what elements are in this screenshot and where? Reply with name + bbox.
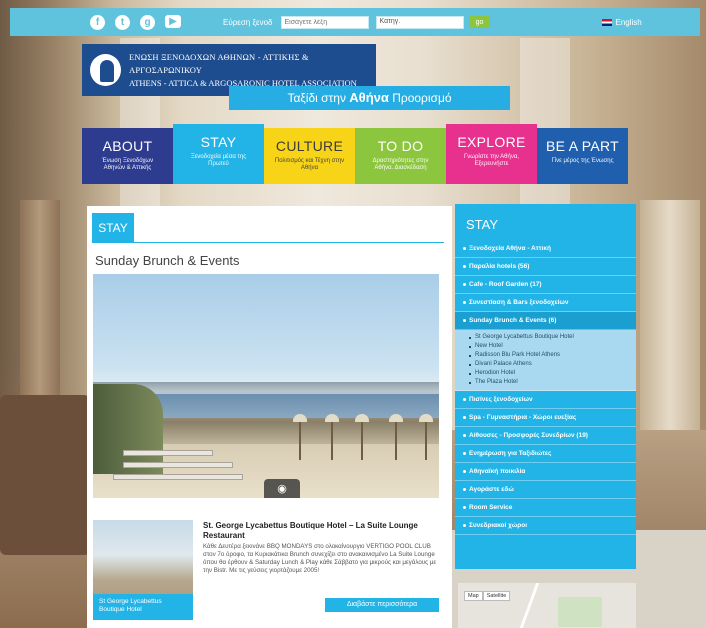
menu-stay-title: STAY [200,134,237,150]
sidebar-item-hotels[interactable]: Ξενοδοχεία Αθήνα - Αττική [455,240,636,258]
menu-culture-title: CULTURE [275,138,344,154]
sidebar-item-room-service[interactable]: Room Service [455,499,636,517]
listing-description: Κάθε Δευτέρα ξεκινάνε BBQ MONDAYS στο ολ… [203,543,437,574]
sidebar-item-conference-venues[interactable]: Συνεδριακοί χώροι [455,517,636,535]
listing-item: St George Lycabettus Boutique Hotel St. … [93,514,445,624]
menu-bepart-title: BE A PART [546,138,619,154]
sidebar-item-traveler-info[interactable]: Ενημέρωση για Ταξιδιώτες [455,445,636,463]
tagline: Ταξίδι στην Αθήνα Προορισμό [229,86,510,110]
main-menu: ABOUT Ένωση Ξενοδόχων Αθηνών & Αττικής S… [82,124,628,184]
sidebar-item-dining-bars[interactable]: Συνεστίαση & Bars ξενοδοχείων [455,294,636,312]
sidebar-subitem[interactable]: New Hotel [469,342,636,351]
logo-emblem-icon [88,52,124,88]
map-tab-map[interactable]: Map [464,591,483,601]
listing-title[interactable]: St. George Lycabettus Boutique Hotel – L… [203,521,443,541]
menu-todo-subtitle: Δραστηριότητες στην Αθήνα. Διασκέδαση [372,158,429,171]
social-links: f t g ▶ [90,14,181,30]
menu-bepart-subtitle: Γίνε μέρος της Ένωσης [551,158,614,164]
menu-todo[interactable]: TO DO Δραστηριότητες στην Αθήνα. Διασκέδ… [355,128,446,184]
menu-explore-subtitle: Γνωρίστε την Αθήνα, Εξερευνήστε [463,154,519,167]
section-tag: STAY [92,213,134,243]
sidebar-subitem[interactable]: Radisson Blu Park Hotel Athens [469,351,636,360]
sidebar-item-athens-variety[interactable]: Αθηναϊκή ποικιλία [455,463,636,481]
search-button[interactable]: go [469,16,490,28]
menu-todo-title: TO DO [377,138,424,154]
menu-about-title: ABOUT [102,138,153,154]
menu-culture[interactable]: CULTURE Πολιτισμός και Τέχνη στην Αθήνα [264,128,355,184]
search-label: Εύρεση ξενοδ [223,17,273,27]
map-type-tabs: Map Satellite [464,591,511,601]
sidebar: STAY Ξενοδοχεία Αθήνα - Αττική Παραλία h… [455,204,636,569]
menu-stay[interactable]: STAY Ξενοδοχεία μέσα της Πρωτεύ [173,124,264,184]
top-bar: f t g ▶ Εύρεση ξενοδ Κατηγ. go English [10,8,700,36]
listing-thumbnail[interactable]: St George Lycabettus Boutique Hotel [93,520,193,620]
sidebar-subitem[interactable]: St George Lycabettus Boutique Hotel [469,333,636,342]
menu-explore[interactable]: EXPLORE Γνωρίστε την Αθήνα, Εξερευνήστε [446,124,537,184]
tagline-part1: Ταξίδι [287,91,318,105]
menu-about[interactable]: ABOUT Ένωση Ξενοδόχων Αθηνών & Αττικής [82,128,173,184]
menu-bepart[interactable]: BE A PART Γίνε μέρος της Ένωσης [537,128,628,184]
search-input[interactable] [280,15,369,29]
sidebar-item-spa[interactable]: Spa - Γυμναστήρια - Χώροι ευεξίας [455,409,636,427]
gallery-camera-icon[interactable]: ◉ [264,479,300,498]
language-switch[interactable]: English [601,17,642,27]
sidebar-menu: Ξενοδοχεία Αθήνα - Αττική Παραλία hotels… [455,240,636,535]
uk-flag-icon [601,18,612,26]
menu-about-subtitle: Ένωση Ξενοδόχων Αθηνών & Αττικής [101,158,154,171]
language-label: English [615,17,642,27]
logo-line-greek: ΕΝΩΣΗ ΞΕΝΟΔΟΧΩΝ ΑΘΗΝΩΝ - ΑΤΤΙΚΗΣ & ΑΡΓΟΣ… [129,51,309,75]
twitter-icon[interactable]: t [115,14,130,30]
sidebar-item-beach-hotels[interactable]: Παραλία hotels (56) [455,258,636,276]
sidebar-item-sunday-brunch[interactable]: Sunday Brunch & Events (6) [455,312,636,330]
menu-stay-subtitle: Ξενοδοχεία μέσα της Πρωτεύ [190,154,247,167]
menu-explore-title: EXPLORE [457,134,526,150]
googleplus-icon[interactable]: g [140,14,155,30]
tagline-part3: Αθήνα [349,90,389,105]
sidebar-title: STAY [466,217,499,232]
sidebar-item-buy-here[interactable]: Αγοράστε εδώ [455,481,636,499]
content-panel: STAY Sunday Brunch & Events ◉ St George … [87,206,452,628]
sidebar-submenu: St George Lycabettus Boutique Hotel New … [455,330,636,391]
sidebar-subitem[interactable]: Herodion Hotel [469,369,636,378]
section-divider [92,242,444,243]
sidebar-item-pools[interactable]: Πισίνες ξενοδοχείων [455,391,636,409]
category-select[interactable]: Κατηγ. [375,15,464,29]
location-map[interactable]: Map Satellite [458,583,636,628]
tagline-part4: Προορισμό [388,91,452,105]
tagline-part2: στην [317,91,350,105]
sidebar-item-conferences-offers[interactable]: Αίθουσες - Προσφορές Συνεδρίων (19) [455,427,636,445]
read-more-button[interactable]: Διαβάστε περισσότερα [325,598,439,612]
map-tab-satellite[interactable]: Satellite [482,591,511,601]
listing-thumbnail-caption: St George Lycabettus Boutique Hotel [93,594,193,620]
youtube-icon[interactable]: ▶ [165,14,181,28]
menu-culture-subtitle: Πολιτισμός και Τέχνη στην Αθήνα [274,158,345,171]
page-title: Sunday Brunch & Events [95,253,240,268]
sidebar-subitem[interactable]: Divani Palace Athens [469,360,636,369]
sidebar-subitem[interactable]: The Plaza Hotel [469,378,636,387]
facebook-icon[interactable]: f [90,14,105,30]
sidebar-item-cafe-roof[interactable]: Cafe - Roof Garden (17) [455,276,636,294]
featured-photo: ◉ [93,274,439,498]
